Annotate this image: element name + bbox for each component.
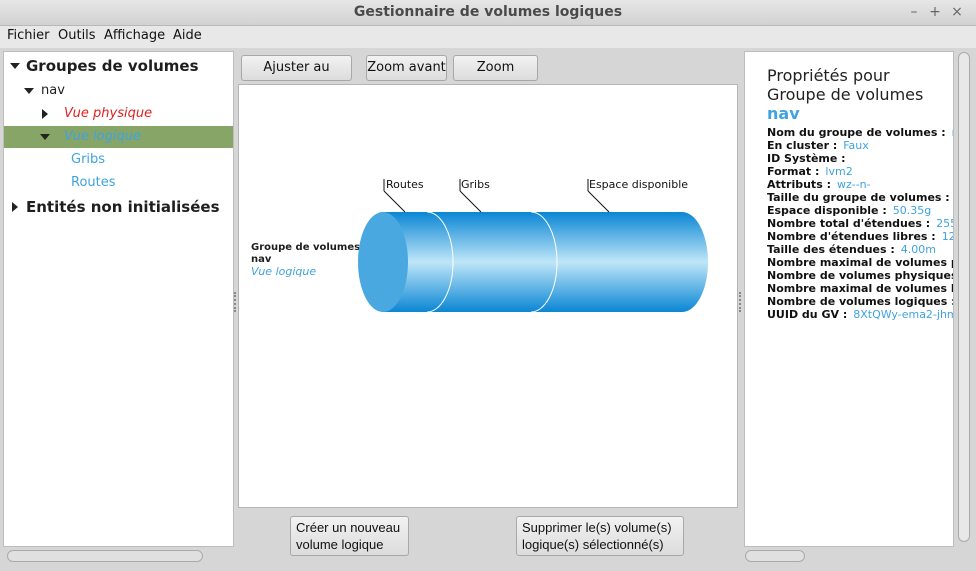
title-bar: Gestionnaire de volumes logiques – + × bbox=[0, 0, 976, 26]
collapse-arrow-icon[interactable] bbox=[9, 196, 21, 218]
tree-horizontal-scrollbar[interactable] bbox=[7, 550, 203, 562]
tree-label: Groupes de volumes bbox=[26, 57, 199, 75]
tree-label: nav bbox=[41, 83, 65, 98]
prop-value: 50.35g bbox=[892, 204, 932, 217]
prop-row-max-pv: Nombre maximal de volumes ph bbox=[767, 256, 954, 269]
menu-affichage[interactable]: Affichage bbox=[102, 27, 167, 45]
tree-label: Gribs bbox=[71, 152, 106, 167]
prop-value: 12 bbox=[941, 230, 953, 243]
properties-vertical-scrollbar-thumb[interactable] bbox=[958, 52, 970, 542]
maximize-icon[interactable]: + bbox=[926, 3, 944, 21]
tree-item-nav[interactable]: nav bbox=[4, 80, 233, 102]
tree-label: Entités non initialisées bbox=[26, 198, 220, 216]
prop-key: Format : bbox=[767, 165, 820, 178]
properties-title: Propriétés pour Groupe de volumes bbox=[767, 66, 923, 104]
tree-item-routes[interactable]: Routes bbox=[4, 172, 233, 194]
prop-row-pv-count: Nombre de volumes physiques : bbox=[767, 269, 954, 282]
prop-row-max-lv: Nombre maximal de volumes lo bbox=[767, 282, 954, 295]
prop-key: En cluster : bbox=[767, 139, 838, 152]
prop-key: Espace disponible : bbox=[767, 204, 887, 217]
prop-value: wz--n- bbox=[836, 178, 871, 191]
prop-key: ID Système : bbox=[767, 152, 846, 165]
logical-volume-cylinder bbox=[358, 179, 708, 313]
expand-arrow-icon[interactable] bbox=[39, 126, 51, 148]
segment-label-free-space[interactable]: Espace disponible bbox=[589, 178, 688, 191]
prop-key: Nombre total d'étendues : bbox=[767, 217, 931, 230]
prop-key: Attributs : bbox=[767, 178, 831, 191]
prop-row-free-extents: Nombre d'étendues libres : 12 bbox=[767, 230, 953, 243]
prop-row-total-extents: Nombre total d'étendues : 255 bbox=[767, 217, 953, 230]
prop-value: Faux bbox=[843, 139, 869, 152]
tree-label: Vue logique bbox=[64, 129, 141, 144]
expand-arrow-icon[interactable] bbox=[23, 80, 35, 102]
properties-title-line2: Groupe de volumes bbox=[767, 85, 924, 104]
diagram-canvas: Groupe de volumes nav Vue logique Routes… bbox=[238, 84, 738, 508]
tree-item-gribs[interactable]: Gribs bbox=[4, 149, 233, 171]
prop-key: Nombre de volumes physiques : bbox=[767, 269, 954, 282]
volume-tree: Groupes de volumes nav Vue physique Vue … bbox=[3, 51, 234, 547]
tree-item-physical-view[interactable]: Vue physique bbox=[4, 103, 233, 125]
properties-group-name: nav bbox=[767, 104, 800, 123]
tree-item-uninitialized[interactable]: Entités non initialisées bbox=[4, 196, 233, 218]
tree-label: Routes bbox=[71, 175, 116, 190]
prop-value: n bbox=[952, 126, 953, 139]
menu-fichier[interactable]: Fichier bbox=[5, 27, 52, 45]
prop-key: Taille des étendues : bbox=[767, 243, 895, 256]
prop-row-attributes: Attributs : wz--n- bbox=[767, 178, 871, 191]
routes-leader-line bbox=[383, 190, 406, 213]
prop-key: Nombre maximal de volumes ph bbox=[767, 256, 954, 269]
prop-row-system-id: ID Système : bbox=[767, 152, 852, 165]
tree-item-logical-view[interactable]: Vue logique bbox=[4, 126, 233, 148]
right-splitter-handle[interactable] bbox=[739, 292, 741, 312]
tree-label: Vue physique bbox=[64, 106, 153, 121]
prop-row-lv-count: Nombre de volumes logiques : bbox=[767, 295, 954, 308]
prop-value: 255 bbox=[936, 217, 953, 230]
prop-value: lvm2 bbox=[825, 165, 853, 178]
tree-item-volume-groups[interactable]: Groupes de volumes bbox=[4, 55, 233, 77]
prop-row-vg-name: Nom du groupe de volumes : n bbox=[767, 126, 953, 139]
expand-arrow-icon[interactable] bbox=[9, 55, 21, 77]
prop-row-extent-size: Taille des étendues : 4.00m bbox=[767, 243, 936, 256]
segment-label-gribs[interactable]: Gribs bbox=[461, 178, 490, 191]
close-icon[interactable]: × bbox=[948, 3, 966, 21]
prop-row-vg-uuid: UUID du GV : 8XtQWy-ema2-jhm bbox=[767, 308, 954, 321]
minimize-icon[interactable]: – bbox=[905, 3, 923, 21]
delete-button-line2: logique(s) sélectionné(s) bbox=[522, 537, 664, 552]
menu-aide[interactable]: Aide bbox=[171, 27, 204, 45]
prop-key: Nombre de volumes logiques : bbox=[767, 295, 954, 308]
prop-key: Nombre d'étendues libres : bbox=[767, 230, 936, 243]
prop-row-clustered: En cluster : Faux bbox=[767, 139, 869, 152]
properties-panel: Propriétés pour Groupe de volumes nav No… bbox=[744, 51, 954, 547]
properties-horizontal-scrollbar[interactable] bbox=[745, 550, 805, 562]
prop-row-format: Format : lvm2 bbox=[767, 165, 853, 178]
free-space-leader-line bbox=[587, 190, 610, 213]
create-button-line2: volume logique bbox=[296, 537, 384, 552]
delete-logical-volumes-button[interactable]: Supprimer le(s) volume(s) logique(s) sél… bbox=[516, 516, 684, 556]
prop-key: UUID du GV : bbox=[767, 308, 848, 321]
create-logical-volume-button[interactable]: Créer un nouveau volume logique bbox=[290, 516, 409, 556]
window-title: Gestionnaire de volumes logiques bbox=[353, 4, 623, 20]
segment-label-routes[interactable]: Routes bbox=[386, 178, 424, 191]
cylinder-cap bbox=[358, 212, 408, 312]
fit-button[interactable]: Ajuster au mieux bbox=[241, 55, 352, 99]
prop-value: 8XtQWy-ema2-jhm bbox=[853, 308, 954, 321]
prop-value: 4.00m bbox=[900, 243, 936, 256]
prop-key: Nombre maximal de volumes lo bbox=[767, 282, 954, 295]
prop-row-free-space: Espace disponible : 50.35g bbox=[767, 204, 931, 217]
menu-bar: Fichier Outils Affichage Aide bbox=[0, 26, 976, 48]
properties-title-line1: Propriétés pour bbox=[767, 66, 890, 85]
prop-row-vg-size: Taille du groupe de volumes : bbox=[767, 191, 953, 204]
zoom-in-button[interactable]: Zoom avant bbox=[366, 55, 447, 81]
main-content: Groupes de volumes nav Vue physique Vue … bbox=[0, 48, 976, 571]
left-splitter-handle[interactable] bbox=[234, 292, 236, 312]
create-button-line1: Créer un nouveau bbox=[296, 520, 401, 535]
menu-outils[interactable]: Outils bbox=[56, 27, 98, 45]
gribs-leader-line bbox=[459, 190, 482, 213]
delete-button-line1: Supprimer le(s) volume(s) bbox=[522, 520, 672, 535]
zoom-out-button[interactable]: Zoom arrière bbox=[453, 55, 538, 99]
prop-key: Nom du groupe de volumes : bbox=[767, 126, 946, 139]
prop-key: Taille du groupe de volumes : bbox=[767, 191, 950, 204]
cylinder-body bbox=[382, 212, 708, 312]
collapse-arrow-icon[interactable] bbox=[39, 103, 51, 125]
